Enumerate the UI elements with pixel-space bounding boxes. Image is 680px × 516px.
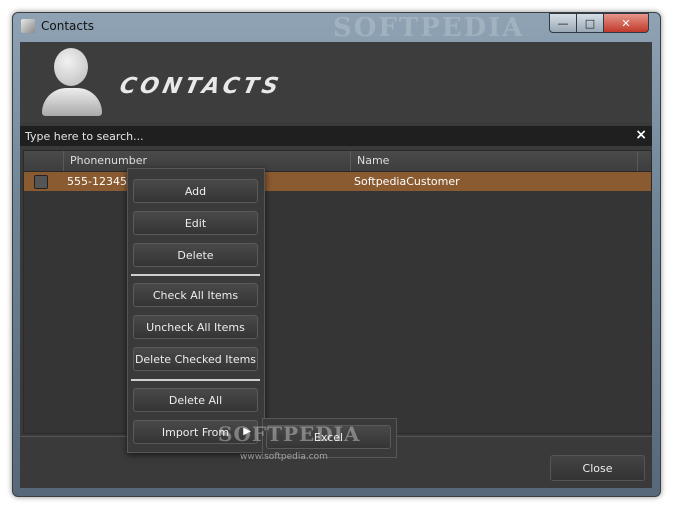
menu-item-delete-checked[interactable]: Delete Checked Items <box>133 347 258 371</box>
menu-item-edit[interactable]: Edit <box>133 211 258 235</box>
watermark-logo: SOFTPEDIA <box>218 422 361 446</box>
app-icon <box>21 19 35 33</box>
title-bar[interactable]: Contacts SOFTPEDIA — □ ✕ <box>13 13 660 43</box>
menu-separator <box>131 274 260 276</box>
context-menu: Add Edit Delete Check All Items Uncheck … <box>127 168 265 453</box>
menu-item-uncheck-all[interactable]: Uncheck All Items <box>133 315 258 339</box>
column-header-name[interactable]: Name <box>351 151 638 171</box>
menu-item-delete-all[interactable]: Delete All <box>133 388 258 412</box>
window-title: Contacts <box>41 19 94 33</box>
cell-name: SoftpediaCustomer <box>354 175 460 188</box>
clear-search-icon[interactable]: × <box>635 127 647 143</box>
header-banner: CONTACTS <box>20 42 652 122</box>
menu-separator <box>131 379 260 381</box>
menu-item-delete[interactable]: Delete <box>133 243 258 267</box>
search-bar: × <box>20 126 652 146</box>
contacts-table: Phonenumber Name 555-123456 SoftpediaCus… <box>23 150 652 434</box>
minimize-button[interactable]: — <box>549 13 577 33</box>
watermark-top: SOFTPEDIA <box>333 13 525 43</box>
menu-item-check-all[interactable]: Check All Items <box>133 283 258 307</box>
close-button[interactable]: Close <box>550 455 645 481</box>
cell-phonenumber: 555-123456 <box>67 175 134 188</box>
window-close-button[interactable]: ✕ <box>603 13 649 33</box>
table-header: Phonenumber Name <box>24 151 651 172</box>
search-input[interactable] <box>23 127 617 145</box>
brand-title: CONTACTS <box>117 74 285 99</box>
user-avatar-icon <box>40 48 104 116</box>
watermark-url: www.softpedia.com <box>240 452 328 462</box>
table-row[interactable]: 555-123456 SoftpediaCustomer <box>24 172 651 191</box>
maximize-button[interactable]: □ <box>576 13 604 33</box>
row-checkbox[interactable] <box>34 175 48 189</box>
column-header-check[interactable] <box>24 151 64 171</box>
menu-item-add[interactable]: Add <box>133 179 258 203</box>
